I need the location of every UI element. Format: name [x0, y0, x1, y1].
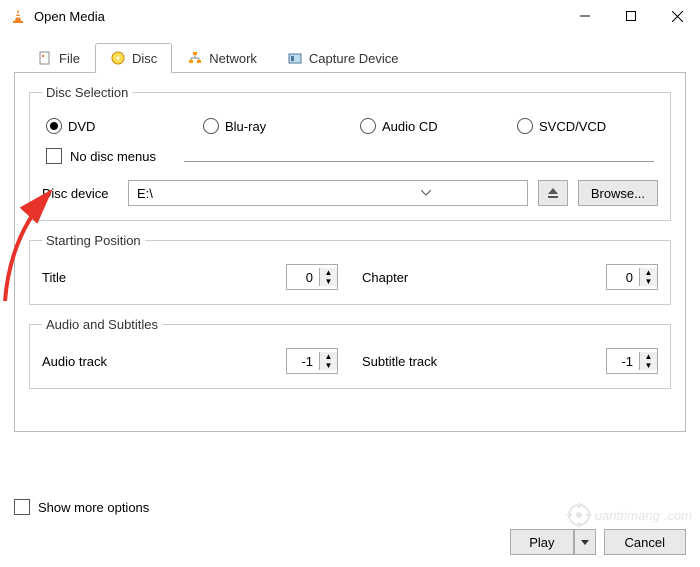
chevron-down-icon [330, 190, 523, 196]
subtitle-track-input[interactable] [607, 354, 639, 369]
cancel-button[interactable]: Cancel [604, 529, 686, 555]
cancel-label: Cancel [625, 535, 665, 550]
show-more-options-checkbox[interactable] [14, 499, 30, 515]
tab-label: File [59, 51, 80, 66]
disc-selection-group: Disc Selection DVD Blu-ray Audio CD SVCD… [29, 85, 671, 221]
radio-icon [517, 118, 533, 134]
divider [184, 161, 654, 162]
radio-svcd[interactable]: SVCD/VCD [517, 118, 654, 134]
disc-device-value: E:\ [137, 186, 330, 201]
tab-file[interactable]: File [22, 43, 95, 73]
starting-position-legend: Starting Position [42, 233, 145, 248]
tab-capture[interactable]: Capture Device [272, 43, 414, 73]
tab-label: Capture Device [309, 51, 399, 66]
chevron-up-icon: ▲ [640, 268, 657, 277]
chapter-label: Chapter [362, 270, 606, 285]
vlc-cone-icon [10, 8, 26, 24]
tab-disc[interactable]: Disc [95, 43, 172, 73]
radio-icon [46, 118, 62, 134]
radio-label: SVCD/VCD [539, 119, 606, 134]
capture-icon [287, 50, 303, 66]
tab-label: Network [209, 51, 257, 66]
chevron-up-icon: ▲ [640, 352, 657, 361]
play-label: Play [529, 535, 554, 550]
no-disc-menus-label: No disc menus [70, 149, 156, 164]
close-button[interactable] [654, 0, 700, 32]
spinner-arrows[interactable]: ▲▼ [319, 352, 337, 370]
minimize-button[interactable] [562, 0, 608, 32]
audio-track-input[interactable] [287, 354, 319, 369]
eject-icon [547, 187, 559, 199]
audio-track-label: Audio track [42, 354, 286, 369]
audio-track-spinbox[interactable]: ▲▼ [286, 348, 338, 374]
chevron-up-icon: ▲ [320, 268, 337, 277]
window-title: Open Media [34, 9, 562, 24]
tab-panel-disc: Disc Selection DVD Blu-ray Audio CD SVCD… [14, 72, 686, 432]
radio-label: Audio CD [382, 119, 438, 134]
titlebar: Open Media [0, 0, 700, 32]
browse-button[interactable]: Browse... [578, 180, 658, 206]
no-disc-menus-checkbox[interactable] [46, 148, 62, 164]
subtitle-track-spinbox[interactable]: ▲▼ [606, 348, 658, 374]
tab-network[interactable]: Network [172, 43, 272, 73]
chevron-down-icon: ▼ [640, 361, 657, 370]
radio-audiocd[interactable]: Audio CD [360, 118, 497, 134]
title-label: Title [42, 270, 286, 285]
radio-label: DVD [68, 119, 95, 134]
audio-subtitles-group: Audio and Subtitles Audio track ▲▼ Subti… [29, 317, 671, 389]
disc-selection-legend: Disc Selection [42, 85, 132, 100]
disc-device-label: Disc device [42, 186, 118, 201]
chevron-down-icon: ▼ [640, 277, 657, 286]
eject-button[interactable] [538, 180, 568, 206]
browse-label: Browse... [591, 186, 645, 201]
chevron-down-icon: ▼ [320, 361, 337, 370]
tab-bar: File Disc Network Capture Device [14, 42, 686, 72]
starting-position-group: Starting Position Title ▲▼ Chapter ▲▼ [29, 233, 671, 305]
radio-icon [360, 118, 376, 134]
chevron-up-icon: ▲ [320, 352, 337, 361]
radio-dvd[interactable]: DVD [46, 118, 183, 134]
chapter-spinbox[interactable]: ▲▼ [606, 264, 658, 290]
radio-label: Blu-ray [225, 119, 266, 134]
network-icon [187, 50, 203, 66]
file-icon [37, 50, 53, 66]
spinner-arrows[interactable]: ▲▼ [639, 352, 657, 370]
play-dropdown-button[interactable] [574, 529, 596, 555]
chevron-down-icon: ▼ [320, 277, 337, 286]
disc-device-combo[interactable]: E:\ [128, 180, 528, 206]
title-input[interactable] [287, 270, 319, 285]
show-more-options-label: Show more options [38, 500, 149, 515]
audio-subtitles-legend: Audio and Subtitles [42, 317, 162, 332]
maximize-button[interactable] [608, 0, 654, 32]
radio-icon [203, 118, 219, 134]
disc-icon [110, 50, 126, 66]
subtitle-track-label: Subtitle track [362, 354, 606, 369]
spinner-arrows[interactable]: ▲▼ [319, 268, 337, 286]
radio-bluray[interactable]: Blu-ray [203, 118, 340, 134]
spinner-arrows[interactable]: ▲▼ [639, 268, 657, 286]
tab-label: Disc [132, 51, 157, 66]
title-spinbox[interactable]: ▲▼ [286, 264, 338, 290]
caret-down-icon [581, 540, 589, 545]
chapter-input[interactable] [607, 270, 639, 285]
play-button[interactable]: Play [510, 529, 573, 555]
